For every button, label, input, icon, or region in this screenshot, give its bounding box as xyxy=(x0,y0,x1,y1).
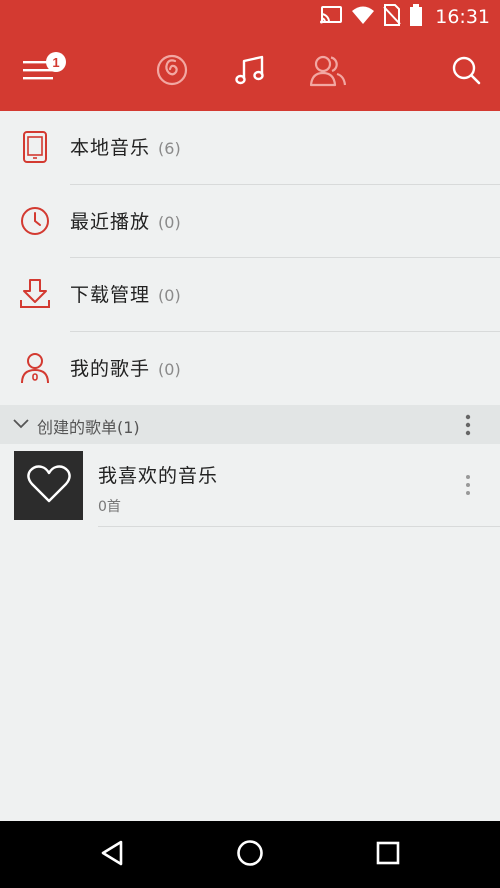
menu-label: 我的歌手 xyxy=(70,358,151,380)
menu-item-recent-plays[interactable]: 最近播放 (0) xyxy=(0,185,500,258)
search-icon xyxy=(451,55,481,89)
menu-count: (6) xyxy=(158,139,181,158)
menu-count: (0) xyxy=(158,213,181,232)
menu-item-downloads[interactable]: 下载管理 (0) xyxy=(0,258,500,331)
tab-friends[interactable] xyxy=(306,50,350,94)
clock-icon xyxy=(17,203,53,239)
download-icon xyxy=(17,276,53,312)
menu-count: (0) xyxy=(158,360,181,379)
menu-item-local-music[interactable]: 本地音乐 (6) xyxy=(0,111,500,184)
menu-label: 下载管理 xyxy=(70,284,151,306)
singer-icon xyxy=(17,350,53,386)
chevron-down-icon xyxy=(12,416,30,436)
tab-my-music[interactable] xyxy=(228,50,272,94)
menu-item-my-singers[interactable]: 我的歌手 (0) xyxy=(0,332,500,405)
recents-square-icon xyxy=(374,839,402,871)
netease-music-logo-icon xyxy=(155,53,189,91)
cast-icon xyxy=(319,5,343,29)
playlist-title: 我喜欢的音乐 xyxy=(98,465,219,487)
music-note-icon xyxy=(232,52,268,92)
created-playlists-header[interactable]: 创建的歌单(1) xyxy=(0,405,500,444)
more-vert-icon[interactable] xyxy=(458,473,478,497)
section-title: 创建的歌单(1) xyxy=(37,418,140,437)
system-nav-bar xyxy=(0,821,500,888)
status-bar: 16:31 xyxy=(0,0,500,34)
heart-icon xyxy=(26,464,72,508)
playlist-item-liked-songs[interactable]: 我喜欢的音乐 0首 xyxy=(0,444,500,526)
menu-count: (0) xyxy=(158,286,181,305)
battery-icon xyxy=(409,4,423,30)
menu-label: 本地音乐 xyxy=(70,137,151,159)
notification-badge: 1 xyxy=(46,52,66,72)
back-button[interactable] xyxy=(94,837,130,873)
playlist-cover xyxy=(14,451,83,520)
no-sim-icon xyxy=(383,4,401,30)
more-vert-icon[interactable] xyxy=(458,413,478,437)
divider xyxy=(98,526,500,527)
home-circle-icon xyxy=(235,838,265,872)
status-time: 16:31 xyxy=(435,6,490,28)
menu-label: 最近播放 xyxy=(70,211,151,233)
recents-button[interactable] xyxy=(370,837,406,873)
wifi-icon xyxy=(351,5,375,29)
app-header: 16:31 1 xyxy=(0,0,500,111)
tab-discover[interactable] xyxy=(150,50,194,94)
search-button[interactable] xyxy=(444,50,488,94)
phone-icon xyxy=(17,129,53,165)
home-button[interactable] xyxy=(232,837,268,873)
friends-icon xyxy=(309,53,347,91)
toolbar: 1 xyxy=(0,34,500,111)
playlist-track-count: 0首 xyxy=(98,499,121,515)
back-triangle-icon xyxy=(99,839,125,871)
